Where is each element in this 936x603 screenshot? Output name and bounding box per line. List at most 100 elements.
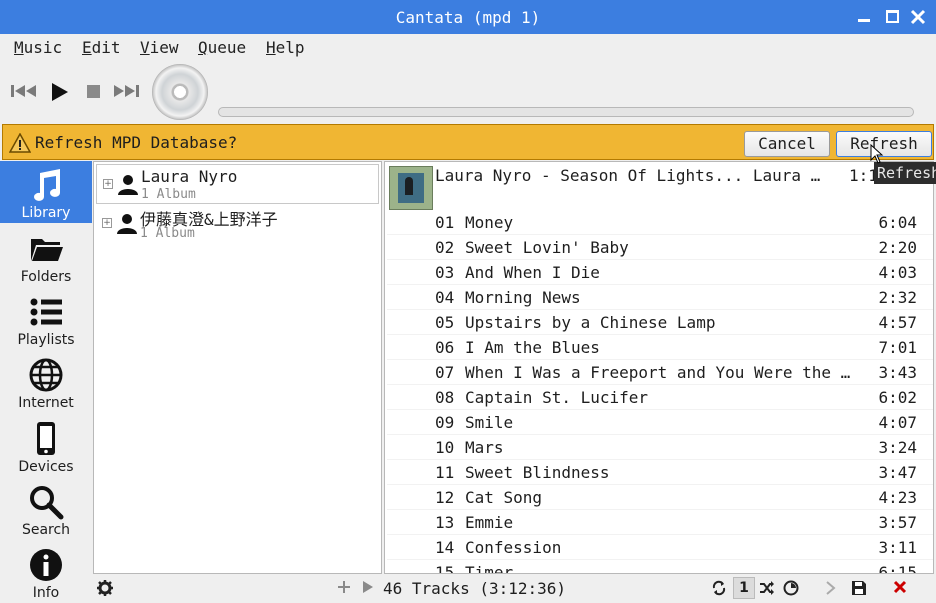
refresh-tooltip: Refresh — [874, 162, 936, 184]
message-text: Refresh MPD Database? — [35, 133, 238, 152]
single-mode-button[interactable]: 1 — [733, 577, 755, 599]
previous-track-icon[interactable] — [10, 82, 38, 100]
globe-icon — [29, 358, 63, 392]
artist-item[interactable]: + Laura Nyro 1 Album — [96, 164, 379, 204]
sidebar-item-internet[interactable]: Internet — [0, 351, 92, 413]
track-duration: 7:01 — [878, 338, 917, 357]
maximize-icon — [885, 10, 899, 23]
track-title: Money — [465, 213, 514, 232]
music-note-icon — [34, 169, 60, 201]
track-number: 03 — [435, 263, 455, 282]
track-row[interactable]: 12 Cat Song 4:23 — [387, 485, 933, 510]
shuffle-icon[interactable] — [759, 580, 775, 596]
track-duration: 6:02 — [878, 388, 917, 407]
track-title: Timer — [465, 563, 514, 574]
track-row[interactable]: 15 Timer 6:15 — [387, 560, 933, 574]
minimize-button[interactable] — [854, 7, 874, 27]
menu-view[interactable]: View — [140, 38, 179, 57]
track-title: Cat Song — [465, 488, 543, 507]
track-title: Confession — [465, 538, 562, 557]
album-header[interactable]: Laura Nyro - Season Of Lights... Laura …… — [387, 164, 933, 210]
track-row[interactable]: 04 Morning News 2:32 — [387, 285, 933, 310]
track-row[interactable]: 01 Money 6:04 — [387, 210, 933, 235]
sidebar-item-label: Devices — [18, 459, 74, 475]
menu-help[interactable]: Help — [266, 38, 305, 57]
track-list: Laura Nyro - Season Of Lights... Laura …… — [384, 161, 934, 574]
track-duration: 4:57 — [878, 313, 917, 332]
track-title: And When I Die — [465, 263, 600, 282]
stop-icon[interactable] — [86, 84, 102, 100]
track-title: I Am the Blues — [465, 338, 600, 357]
maximize-button[interactable] — [882, 7, 902, 27]
cancel-button[interactable]: Cancel — [744, 131, 830, 157]
menu-label: usic — [23, 38, 63, 57]
track-row[interactable]: 14 Confession 3:11 — [387, 535, 933, 560]
track-duration: 3:47 — [878, 463, 917, 482]
gear-icon[interactable] — [97, 580, 113, 596]
track-row[interactable]: 05 Upstairs by a Chinese Lamp 4:57 — [387, 310, 933, 335]
menu-label: dit — [91, 38, 121, 57]
sidebar-item-label: Info — [32, 585, 60, 601]
track-row[interactable]: 08 Captain St. Lucifer 6:02 — [387, 385, 933, 410]
track-row[interactable]: 03 And When I Die 4:03 — [387, 260, 933, 285]
info-icon — [30, 549, 62, 581]
menu-label: ueue — [207, 38, 247, 57]
track-row[interactable]: 13 Emmie 3:57 — [387, 510, 933, 535]
consume-icon[interactable] — [783, 580, 799, 596]
folder-icon — [31, 239, 63, 261]
track-number: 05 — [435, 313, 455, 332]
artist-list: + Laura Nyro 1 Album + 伊藤真澄&上野洋子 1 Album — [93, 161, 382, 574]
sidebar-item-label: Library — [21, 205, 71, 221]
track-row[interactable]: 02 Sweet Lovin' Baby 2:20 — [387, 235, 933, 260]
sidebar-item-search[interactable]: Search — [0, 478, 92, 540]
save-icon[interactable] — [851, 580, 867, 596]
sidebar-item-devices[interactable]: Devices — [0, 415, 92, 477]
track-row[interactable]: 06 I Am the Blues 7:01 — [387, 335, 933, 360]
track-title: Captain St. Lucifer — [465, 388, 649, 407]
track-number: 09 — [435, 413, 455, 432]
refresh-button[interactable]: Refresh — [836, 131, 932, 157]
track-number: 10 — [435, 438, 455, 457]
track-number: 14 — [435, 538, 455, 557]
sidebar-item-folders[interactable]: Folders — [0, 225, 92, 287]
artist-item[interactable]: + 伊藤真澄&上野洋子 1 Album — [96, 204, 379, 244]
title-bar[interactable]: Cantata (mpd 1) — [0, 0, 936, 34]
clear-queue-icon[interactable] — [893, 580, 907, 594]
track-number: 12 — [435, 488, 455, 507]
expand-icon[interactable]: + — [102, 218, 112, 228]
track-row[interactable]: 09 Smile 4:07 — [387, 410, 933, 435]
expand-icon[interactable]: + — [103, 179, 113, 189]
artist-name: Laura Nyro — [141, 167, 238, 186]
play-queue-icon[interactable] — [361, 580, 375, 594]
next-track-icon[interactable] — [112, 82, 140, 100]
track-progress-slider[interactable] — [218, 107, 914, 117]
sidebar-item-label: Internet — [18, 395, 74, 411]
repeat-icon[interactable] — [711, 580, 727, 596]
cover-art-disc-icon[interactable] — [152, 64, 208, 120]
track-duration: 6:15 — [878, 563, 917, 574]
menu-music[interactable]: Music — [14, 38, 62, 57]
track-row[interactable]: 11 Sweet Blindness 3:47 — [387, 460, 933, 485]
menu-bar: Music Edit View Queue Help — [0, 34, 936, 60]
menu-mnemonic: E — [82, 38, 92, 57]
album-cover — [389, 166, 433, 210]
track-row[interactable]: 07 When I Was a Freeport and You Were the… — [387, 360, 933, 385]
play-icon[interactable] — [50, 82, 70, 102]
track-duration: 3:43 — [878, 363, 917, 382]
track-number: 13 — [435, 513, 455, 532]
list-icon — [30, 298, 62, 326]
chevron-right-icon[interactable] — [825, 580, 837, 596]
menu-mnemonic: M — [14, 38, 24, 57]
sidebar-item-info[interactable]: Info — [0, 541, 92, 603]
add-icon[interactable] — [337, 580, 351, 594]
sidebar-item-library[interactable]: Library — [0, 161, 92, 223]
menu-edit[interactable]: Edit — [82, 38, 121, 57]
track-title: Sweet Lovin' Baby — [465, 238, 629, 257]
menu-queue[interactable]: Queue — [198, 38, 246, 57]
close-window-button[interactable] — [908, 7, 928, 27]
sidebar-item-playlists[interactable]: Playlists — [0, 288, 92, 350]
artist-icon — [117, 214, 137, 234]
track-row[interactable]: 10 Mars 3:24 — [387, 435, 933, 460]
refresh-message-bar: Refresh MPD Database? Cancel Refresh — [2, 124, 934, 160]
track-title: Emmie — [465, 513, 514, 532]
